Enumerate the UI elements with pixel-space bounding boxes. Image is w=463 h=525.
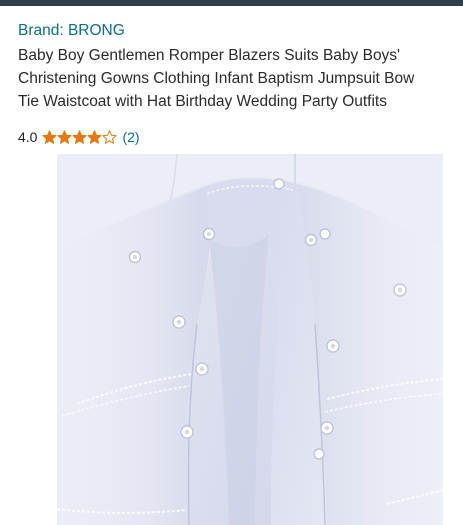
top-bar — [0, 0, 463, 6]
product-title: Baby Boy Gentlemen Romper Blazers Suits … — [18, 44, 463, 113]
star-empty-icon — [102, 129, 118, 144]
star-rating[interactable] — [42, 129, 118, 145]
product-image[interactable] — [57, 154, 443, 525]
product-title-line: Tie Waistcoat with Hat Birthday Wedding … — [18, 93, 387, 110]
product-page: Brand: BRONG Baby Boy Gentlemen Romper B… — [0, 0, 463, 525]
star-full-icon — [57, 129, 73, 144]
rating-score: 4.0 — [18, 129, 38, 145]
star-full-icon — [42, 129, 58, 144]
product-title-line: Baby Boy Gentlemen Romper Blazers Suits … — [18, 47, 401, 64]
brand-link[interactable]: Brand: BRONG — [18, 22, 125, 40]
product-title-line: Christening Gowns Clothing Infant Baptis… — [18, 70, 415, 87]
romper-photo-illustration — [57, 154, 443, 525]
star-full-icon — [72, 129, 88, 144]
star-full-icon — [87, 129, 103, 144]
review-count-link[interactable]: (2) — [122, 129, 139, 145]
rating-row[interactable]: 4.0 (2) — [18, 128, 140, 146]
